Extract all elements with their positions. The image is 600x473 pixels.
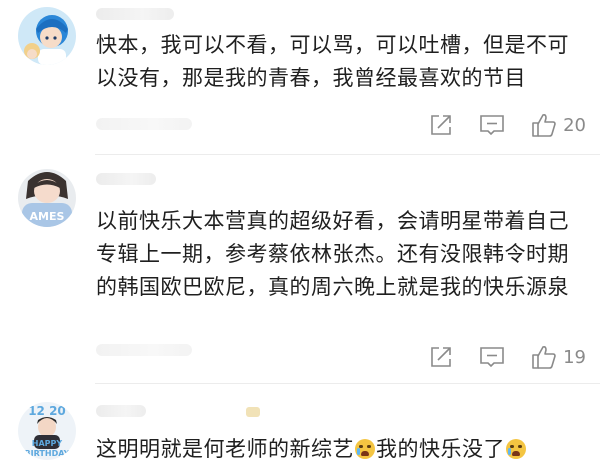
like-count: 19 [563,346,586,368]
comment-item: 快本，我可以不看，可以骂，可以吐槽，但是不可以没有，那是我的青春，我曾经最喜欢的… [0,0,600,155]
like-button[interactable]: 20 [531,112,586,138]
like-button[interactable]: 19 [531,344,586,370]
avatar-text: AMES [30,210,65,223]
username[interactable] [96,173,156,185]
avatar-text: BIRTHDAY [25,449,70,458]
comment-text: 这明明就是何老师的新综艺 我的快乐没了 [96,433,586,466]
avatar[interactable]: 12 20 HAPPY BIRTHDAY [18,402,76,460]
comment-text-part: 我的快乐没了 [376,437,505,461]
comment-actions: 19 [403,344,586,370]
comment-meta [96,118,192,130]
crying-face-icon [355,439,375,459]
decoration-icon [246,407,260,417]
comment-item: AMES 以前快乐大本营真的超级好看，会请明星带着自己专辑上一期，参考蔡依林张杰… [0,156,600,384]
comment-text-part: 这明明就是何老师的新综艺 [96,437,354,461]
comment-text: 快本，我可以不看，可以骂，可以吐槽，但是不可以没有，那是我的青春，我曾经最喜欢的… [96,33,569,90]
avatar[interactable] [18,7,76,65]
like-count: 20 [563,114,586,136]
divider [95,383,600,384]
comment-icon [480,347,504,368]
comment-meta [96,344,192,356]
username[interactable] [96,405,146,417]
share-button[interactable] [429,345,453,369]
avatar[interactable]: AMES [18,169,76,227]
comment-feed: 快本，我可以不看，可以骂，可以吐槽，但是不可以没有，那是我的青春，我曾经最喜欢的… [0,0,600,473]
comment-icon [480,115,504,136]
reply-button[interactable] [479,113,505,137]
avatar-text: 12 20 [28,404,66,418]
reply-button[interactable] [479,345,505,369]
divider [95,154,600,155]
crying-face-icon [506,439,526,459]
share-icon [431,115,451,135]
comment-item: 12 20 HAPPY BIRTHDAY 这明明就是何老师的新综艺 我的快乐没了 [0,385,600,473]
share-icon [431,347,451,367]
share-button[interactable] [429,113,453,137]
comment-text: 以前快乐大本营真的超级好看，会请明星带着自己专辑上一期，参考蔡依林张杰。还有没限… [96,209,569,299]
thumbs-up-icon [532,114,556,137]
thumbs-up-icon [532,346,556,369]
avatar-text: HAPPY [32,439,63,448]
username[interactable] [96,8,174,20]
comment-actions: 20 [403,112,586,138]
